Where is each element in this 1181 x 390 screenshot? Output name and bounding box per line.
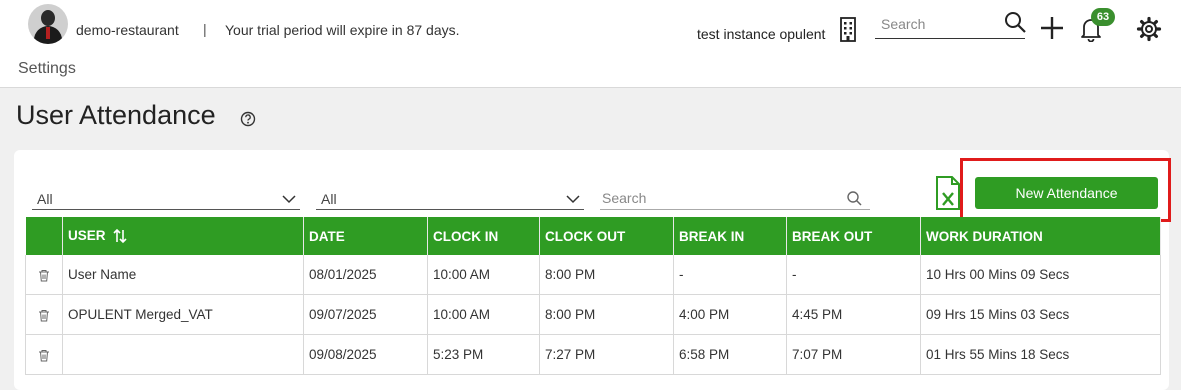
top-bar: demo-restaurant | Your trial period will… xyxy=(0,0,1181,88)
cell-user: OPULENT Merged_VAT xyxy=(62,294,304,335)
excel-icon[interactable] xyxy=(935,176,961,210)
table-search-input[interactable] xyxy=(600,189,834,207)
header-separator: | xyxy=(203,21,207,37)
column-header-date[interactable]: DATE xyxy=(303,217,428,255)
cell-work-duration: 09 Hrs 15 Mins 03 Secs xyxy=(920,294,1161,335)
chevron-down-icon xyxy=(566,195,580,204)
chevron-down-icon xyxy=(282,195,296,204)
cell-break-in: 4:00 PM xyxy=(673,294,787,335)
row-actions-cell xyxy=(25,334,63,375)
column-header-actions xyxy=(25,217,63,255)
attendance-table: USER DATE CLOCK IN CLOCK OUT BREAK IN BR… xyxy=(25,217,1161,375)
column-header-work-duration[interactable]: WORK DURATION xyxy=(920,217,1161,255)
table-search xyxy=(600,189,870,210)
table-header-row: USER DATE CLOCK IN CLOCK OUT BREAK IN BR… xyxy=(25,217,1161,255)
new-attendance-button[interactable]: New Attendance xyxy=(975,177,1158,209)
gear-icon[interactable] xyxy=(1136,16,1162,42)
cell-clock-in: 5:23 PM xyxy=(427,334,540,375)
cell-break-out: 7:07 PM xyxy=(786,334,921,375)
row-actions-cell xyxy=(25,255,63,295)
cell-user xyxy=(62,334,304,375)
cell-work-duration: 01 Hrs 55 Mins 18 Secs xyxy=(920,334,1161,375)
instance-name[interactable]: test instance opulent xyxy=(697,26,839,42)
search-icon[interactable] xyxy=(846,190,862,206)
cell-user: User Name xyxy=(62,255,304,295)
cell-break-out: - xyxy=(786,255,921,295)
column-header-user[interactable]: USER xyxy=(62,217,304,255)
column-header-clock-in[interactable]: CLOCK IN xyxy=(427,217,540,255)
table-row[interactable]: 09/08/2025 5:23 PM 7:27 PM 6:58 PM 7:07 … xyxy=(25,334,1161,375)
trial-message: Your trial period will expire in 87 days… xyxy=(225,22,460,38)
sort-icon[interactable] xyxy=(112,228,128,244)
plus-icon[interactable] xyxy=(1040,16,1064,40)
trash-icon[interactable] xyxy=(38,269,50,282)
cell-break-in: 6:58 PM xyxy=(673,334,787,375)
help-icon[interactable] xyxy=(240,111,256,127)
date-filter-value: All xyxy=(321,191,337,207)
column-header-break-in[interactable]: BREAK IN xyxy=(673,217,787,255)
avatar[interactable] xyxy=(28,4,68,44)
column-header-user-label: USER xyxy=(68,227,106,243)
column-header-break-out[interactable]: BREAK OUT xyxy=(786,217,921,255)
header-search-input[interactable] xyxy=(875,14,1005,34)
trash-icon[interactable] xyxy=(38,349,50,362)
date-filter-select[interactable]: All xyxy=(316,189,584,210)
user-filter-value: All xyxy=(37,191,53,207)
cell-clock-out: 8:00 PM xyxy=(539,255,674,295)
user-filter-select[interactable]: All xyxy=(32,189,300,210)
page-title: User Attendance xyxy=(16,100,216,130)
row-actions-cell xyxy=(25,294,63,335)
cell-date: 09/08/2025 xyxy=(303,334,428,375)
cell-clock-in: 10:00 AM xyxy=(427,294,540,335)
header-search xyxy=(875,12,1026,39)
cell-clock-out: 8:00 PM xyxy=(539,294,674,335)
trash-icon[interactable] xyxy=(38,309,50,322)
search-icon[interactable] xyxy=(1003,10,1027,34)
cell-clock-in: 10:00 AM xyxy=(427,255,540,295)
cell-date: 09/07/2025 xyxy=(303,294,428,335)
building-icon[interactable] xyxy=(838,16,858,42)
column-header-clock-out[interactable]: CLOCK OUT xyxy=(539,217,674,255)
cell-break-in: - xyxy=(673,255,787,295)
cell-work-duration: 10 Hrs 00 Mins 09 Secs xyxy=(920,255,1161,295)
cell-date: 08/01/2025 xyxy=(303,255,428,295)
cell-clock-out: 7:27 PM xyxy=(539,334,674,375)
notification-badge[interactable]: 63 xyxy=(1091,8,1115,26)
table-row[interactable]: OPULENT Merged_VAT 09/07/2025 10:00 AM 8… xyxy=(25,294,1161,335)
table-row[interactable]: User Name 08/01/2025 10:00 AM 8:00 PM - … xyxy=(25,255,1161,295)
cell-break-out: 4:45 PM xyxy=(786,294,921,335)
org-name: demo-restaurant xyxy=(76,22,179,38)
breadcrumb[interactable]: Settings xyxy=(18,60,76,78)
